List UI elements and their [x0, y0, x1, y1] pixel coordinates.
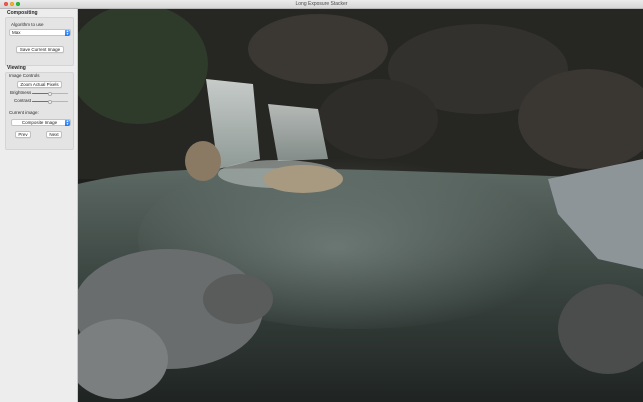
brightness-slider[interactable] — [32, 91, 68, 96]
contrast-slider[interactable] — [32, 99, 68, 104]
current-image-select-value: Composite Image — [21, 120, 58, 125]
image-controls-label: Image Controls — [9, 73, 40, 78]
algorithm-select-value: Max — [12, 30, 21, 35]
contrast-label: Contrast — [14, 98, 32, 103]
brightness-label: Brightness — [10, 90, 32, 95]
next-button[interactable]: Next — [46, 131, 62, 138]
zoom-actual-pixels-button[interactable]: Zoom Actual Pixels — [17, 81, 62, 88]
save-current-image-button[interactable]: Save Current Image — [16, 46, 64, 53]
current-image-label: Current image: — [9, 110, 39, 115]
long-exposure-photo — [78, 9, 643, 402]
updown-chevron-icon: ▴ ▾ — [65, 119, 70, 126]
current-image-select[interactable]: Composite Image ▴ ▾ — [11, 119, 71, 126]
prev-button[interactable]: Prev — [15, 131, 31, 138]
image-viewer[interactable] — [78, 9, 643, 402]
sidebar: Compositing Algorithm to use Max ▴ ▾ Save… — [0, 9, 78, 402]
updown-chevron-icon: ▴ ▾ — [65, 29, 70, 36]
viewing-section-title: Viewing — [7, 65, 26, 71]
title-bar: Long Exposure Stacker — [0, 0, 643, 9]
brightness-slider-knob[interactable] — [48, 91, 52, 96]
algorithm-select[interactable]: Max ▴ ▾ — [9, 29, 71, 36]
compositing-section-title: Compositing — [7, 10, 38, 16]
algorithm-label: Algorithm to use — [11, 22, 44, 27]
window-title: Long Exposure Stacker — [295, 1, 348, 7]
contrast-slider-knob[interactable] — [48, 99, 52, 104]
